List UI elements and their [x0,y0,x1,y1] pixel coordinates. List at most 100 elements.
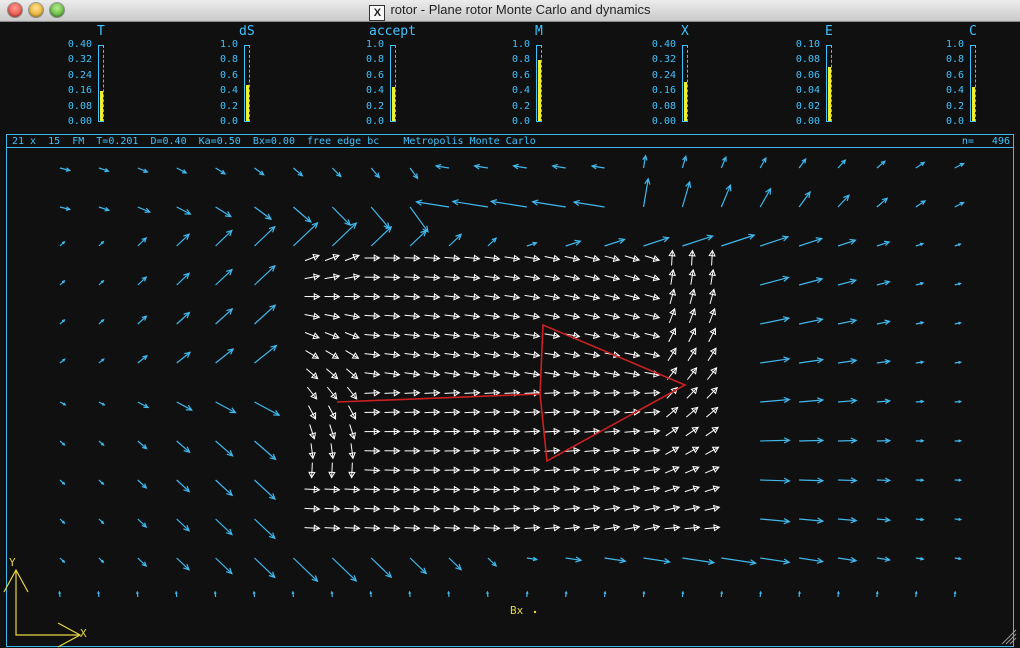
spin-arrow-inner-head [352,253,361,261]
spin-arrow-outer [370,557,392,578]
meter-tick-label: 0.6 [945,69,964,81]
spin-arrow-inner-head [672,466,680,473]
meter-tick-label: 0.00 [651,116,676,127]
spin-arrow-outer [215,348,234,364]
spin-arrow-inner [504,449,520,452]
spin-arrow-inner [671,250,673,266]
meter-tick-label: 0.00 [795,116,820,127]
meter-tick-label: 0.4 [511,85,530,97]
spin-arrow-inner-head [308,432,317,440]
spin-arrow-outer [215,440,233,457]
spin-arrow-outer [215,206,232,217]
spin-arrow-inner [404,488,420,491]
spin-arrow-outer [448,557,462,571]
spin-arrow-inner [444,392,460,394]
spin-arrow-inner [331,462,333,478]
meter-label: C [969,24,977,39]
spin-arrow-outer [215,401,236,414]
spin-arrow-inner-head [671,446,680,454]
spin-arrow-inner [524,392,540,394]
spin-arrow-outer [799,479,823,482]
meter-tick-label: 0.4 [219,85,238,97]
spin-arrow-inner [504,430,520,433]
spin-arrow-inner [524,430,540,433]
spin-arrow-outer [799,439,823,442]
meter-tick-label: 1.0 [219,39,238,50]
spin-arrow-inner [384,527,400,529]
spin-arrow-inner-head [592,274,601,282]
spin-arrow-inner-head [689,307,697,316]
meter-tick-label: 0.2 [219,100,238,112]
spin-arrow-inner [691,250,693,266]
meter-tick-label: 0.08 [67,100,92,112]
meter-tick-label: 1.0 [511,39,530,50]
spin-arrow-inner [324,527,340,529]
spin-arrow-inner-head [669,347,677,355]
axes-indicator [3,568,82,648]
spin-arrow-inner-head [652,312,661,320]
spin-arrow-inner [464,392,480,394]
meter-tick-label: 0.8 [945,54,964,66]
meter-tick-label: 0.08 [651,100,676,112]
meter-tick-label: 0.04 [795,85,820,97]
spin-arrow-inner-head [309,412,317,420]
window-titlebar[interactable]: Xrotor - Plane rotor Monte Carlo and dyn… [0,0,1020,22]
meter-tick-label: 0.0 [219,116,238,127]
spin-arrow-outer [331,557,357,582]
spin-arrow-inner-head [689,327,697,336]
spin-arrow-outer [254,440,276,460]
spin-arrow-inner-head [328,432,337,440]
spin-arrow-outer [370,226,392,247]
spin-arrow-inner [404,527,420,529]
spin-arrow-inner [444,488,460,491]
meter-tick-label: 1.0 [365,39,384,50]
spin-arrow-outer [176,518,190,532]
spin-arrow-inner-head [312,332,320,340]
spin-arrow-inner [484,392,500,394]
spin-arrow-inner [344,507,360,510]
meter-tick-label: 0.06 [795,69,820,81]
spin-arrow-inner [464,527,480,529]
meter-fill [392,86,395,121]
spin-arrow-inner-head [632,293,641,301]
spin-arrow-outer [215,269,233,286]
meter-bar [244,45,250,122]
spin-arrow-inner-head [352,332,360,340]
spin-arrow-inner [464,507,480,510]
spin-arrow-outer [721,557,756,564]
spin-arrow-outer [416,201,450,208]
spin-arrow-outer [176,479,190,493]
spin-arrow-inner [524,469,540,472]
spin-arrow-inner [544,392,560,394]
spin-arrow-inner-head [711,446,720,454]
status-line: 21 x 15 FM T=0.201 D=0.40 Ka=0.50 Bx=0.0… [12,136,536,147]
spin-arrow-inner-head [332,332,340,340]
spin-arrow-outer [760,236,789,247]
spin-arrow-inner [384,392,400,394]
spin-arrow-inner-head [349,412,357,420]
spin-arrow-inner [384,295,400,298]
meter-tick-label: 0.24 [67,69,92,81]
spin-arrow-inner-head [669,327,677,336]
meter-bar [390,45,396,122]
spin-arrow-inner [364,527,380,529]
meter-tick-label: 0.4 [945,85,964,97]
spin-arrow-outer [409,230,427,247]
spin-arrow-inner-head [692,485,701,493]
spin-arrow-outer [370,206,390,229]
spin-arrow-inner-head [348,432,357,440]
spin-arrow-inner-head [312,253,321,261]
meter-tick-label: 0.6 [219,69,238,81]
meter-fill [538,59,541,121]
spin-arrow-inner [544,430,560,433]
meter-bar [682,45,688,122]
field-indicator-dot [533,610,537,614]
meter-tick-label: 0.32 [651,54,676,66]
meter-tick-label: 0.16 [651,85,676,97]
spin-arrow-inner [464,411,480,414]
spin-arrow-inner [304,507,320,510]
meter-tick-label: 0.10 [795,39,820,50]
meter-tick-label: 0.8 [511,54,530,66]
spin-arrow-inner [544,411,560,414]
spin-arrow-inner [364,314,380,317]
